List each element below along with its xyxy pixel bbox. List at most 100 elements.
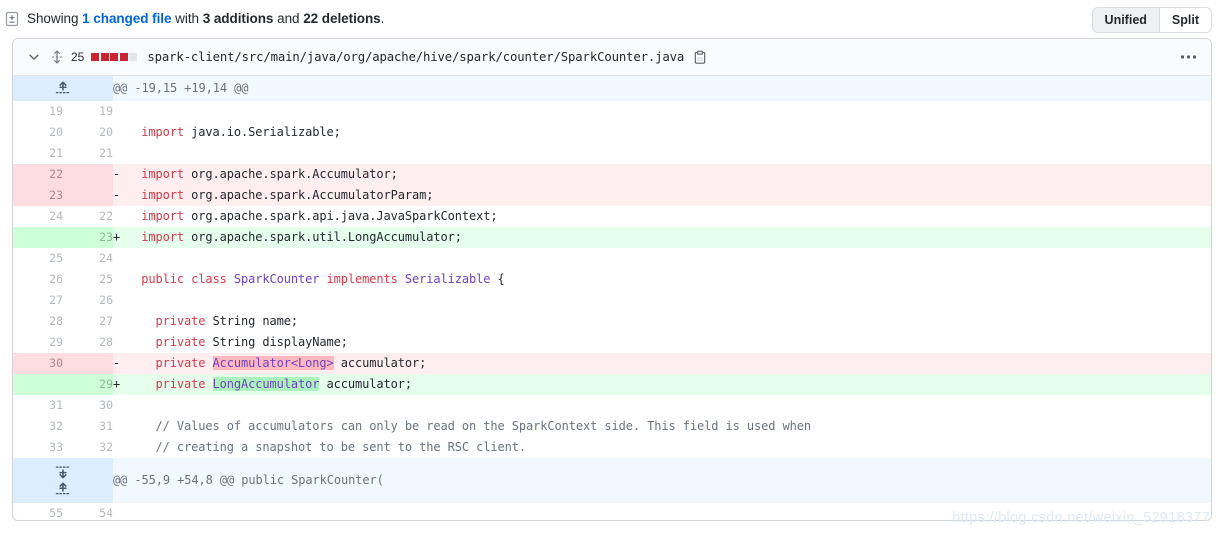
old-line-number[interactable]: 31: [13, 395, 63, 416]
diff-line-row: 30 - private Accumulator<Long> accumulato…: [13, 353, 1211, 374]
old-line-number[interactable]: 21: [13, 143, 63, 164]
code-line[interactable]: import java.io.Serializable;: [113, 122, 1211, 143]
diff-line-row: 23 + import org.apache.spark.util.LongAcc…: [13, 227, 1211, 248]
unified-view-button[interactable]: Unified: [1092, 8, 1159, 32]
diff-summary-text: Showing 1 changed file with 3 additions …: [27, 12, 384, 26]
old-line-number[interactable]: 23: [13, 185, 63, 206]
code-token: SparkCounter: [233, 272, 320, 286]
new-line-number[interactable]: 20: [63, 122, 113, 143]
drag-move-icon[interactable]: [50, 49, 64, 65]
code-line[interactable]: import org.apache.spark.api.java.JavaSpa…: [113, 206, 1211, 227]
diff-hunk-row: @@ -55,9 +54,8 @@ public SparkCounter(: [13, 458, 1211, 503]
new-line-number[interactable]: 27: [63, 311, 113, 332]
old-line-number[interactable]: [13, 227, 63, 248]
split-view-button[interactable]: Split: [1158, 8, 1211, 32]
code-token: org.apache.spark.Accumulator;: [184, 167, 398, 181]
line-marker: [113, 248, 127, 269]
diff-line-row: 24 22 import org.apache.spark.api.java.Ja…: [13, 206, 1211, 227]
old-line-number[interactable]: 19: [13, 101, 63, 122]
code-token: java.io.Serializable;: [184, 125, 341, 139]
old-line-number[interactable]: 29: [13, 332, 63, 353]
code-token: private: [155, 377, 206, 391]
code-token: Serializable: [404, 272, 491, 286]
diff-view-toggle[interactable]: Unified Split: [1091, 7, 1212, 33]
new-line-number[interactable]: 32: [63, 437, 113, 458]
change-count: 25: [71, 50, 85, 64]
code-line[interactable]: - import org.apache.spark.AccumulatorPar…: [113, 185, 1211, 206]
code-line[interactable]: [113, 503, 1211, 520]
old-line-number[interactable]: [13, 374, 63, 395]
code-line[interactable]: - private Accumulator<Long> accumulator;: [113, 353, 1211, 374]
new-line-number[interactable]: 54: [63, 503, 113, 520]
line-marker: [113, 395, 127, 416]
file-options-menu-button[interactable]: [1179, 52, 1198, 63]
code-token: import: [141, 167, 184, 181]
new-line-number[interactable]: 22: [63, 206, 113, 227]
new-line-number[interactable]: 21: [63, 143, 113, 164]
kebab-dot: [1187, 55, 1190, 59]
line-marker: +: [113, 230, 121, 244]
diff-line-row: 25 24: [13, 248, 1211, 269]
code-token: private: [155, 314, 206, 328]
code-line[interactable]: [113, 248, 1211, 269]
old-line-number[interactable]: 22: [13, 164, 63, 185]
old-line-number[interactable]: 20: [13, 122, 63, 143]
expand-up-icon[interactable]: [13, 80, 113, 97]
code-line[interactable]: [113, 143, 1211, 164]
code-line[interactable]: - import org.apache.spark.Accumulator;: [113, 164, 1211, 185]
code-line[interactable]: [113, 101, 1211, 122]
old-line-number[interactable]: 33: [13, 437, 63, 458]
old-line-number[interactable]: 24: [13, 206, 63, 227]
diff-line-row: 22 - import org.apache.spark.Accumulator;: [13, 164, 1211, 185]
diff-line-row: 32 31 // Values of accumulators can only …: [13, 416, 1211, 437]
new-line-number[interactable]: [63, 185, 113, 206]
code-line[interactable]: private String displayName;: [113, 332, 1211, 353]
code-token: public: [141, 272, 184, 286]
old-line-number[interactable]: 30: [13, 353, 63, 374]
copy-path-icon[interactable]: [693, 50, 707, 65]
code-line[interactable]: public class SparkCounter implements Ser…: [113, 269, 1211, 290]
code-line[interactable]: + private LongAccumulator accumulator;: [113, 374, 1211, 395]
new-line-number[interactable]: 30: [63, 395, 113, 416]
code-token: import: [141, 188, 184, 202]
new-line-number[interactable]: 26: [63, 290, 113, 311]
new-line-number[interactable]: 23: [63, 227, 113, 248]
line-marker: -: [113, 356, 121, 370]
diff-line-row: 21 21: [13, 143, 1211, 164]
code-line[interactable]: // Values of accumulators can only be re…: [113, 416, 1211, 437]
code-token: private: [155, 356, 206, 370]
hunk-header-text: @@ -19,15 +19,14 @@: [113, 76, 1211, 101]
code-line[interactable]: [113, 290, 1211, 311]
code-line[interactable]: + import org.apache.spark.util.LongAccum…: [113, 227, 1211, 248]
new-line-number[interactable]: 25: [63, 269, 113, 290]
diff-stat-block: [129, 53, 138, 61]
code-line[interactable]: // creating a snapshot to be sent to the…: [113, 437, 1211, 458]
new-line-number[interactable]: 31: [63, 416, 113, 437]
line-marker: [113, 416, 127, 437]
code-line[interactable]: private String name;: [113, 311, 1211, 332]
expand-both-icon[interactable]: [13, 464, 113, 498]
code-token: org.apache.spark.api.java.JavaSparkConte…: [184, 209, 498, 223]
line-marker: +: [113, 377, 121, 391]
chevron-down-icon[interactable]: [27, 50, 41, 64]
code-token: import: [141, 125, 184, 139]
new-line-number[interactable]: 28: [63, 332, 113, 353]
old-line-number[interactable]: 26: [13, 269, 63, 290]
new-line-number[interactable]: [63, 164, 113, 185]
new-line-number[interactable]: 24: [63, 248, 113, 269]
old-line-number[interactable]: 28: [13, 311, 63, 332]
old-line-number[interactable]: 25: [13, 248, 63, 269]
new-line-number[interactable]: [63, 353, 113, 374]
old-line-number[interactable]: 55: [13, 503, 63, 520]
file-path[interactable]: spark-client/src/main/java/org/apache/hi…: [147, 50, 684, 64]
new-line-number[interactable]: 19: [63, 101, 113, 122]
new-line-number[interactable]: 29: [63, 374, 113, 395]
changed-file-link[interactable]: 1 changed file: [82, 11, 171, 26]
hunk-expand-cell[interactable]: [13, 458, 113, 503]
code-line[interactable]: [113, 395, 1211, 416]
old-line-number[interactable]: 32: [13, 416, 63, 437]
old-line-number[interactable]: 27: [13, 290, 63, 311]
hunk-expand-cell[interactable]: [13, 76, 113, 101]
